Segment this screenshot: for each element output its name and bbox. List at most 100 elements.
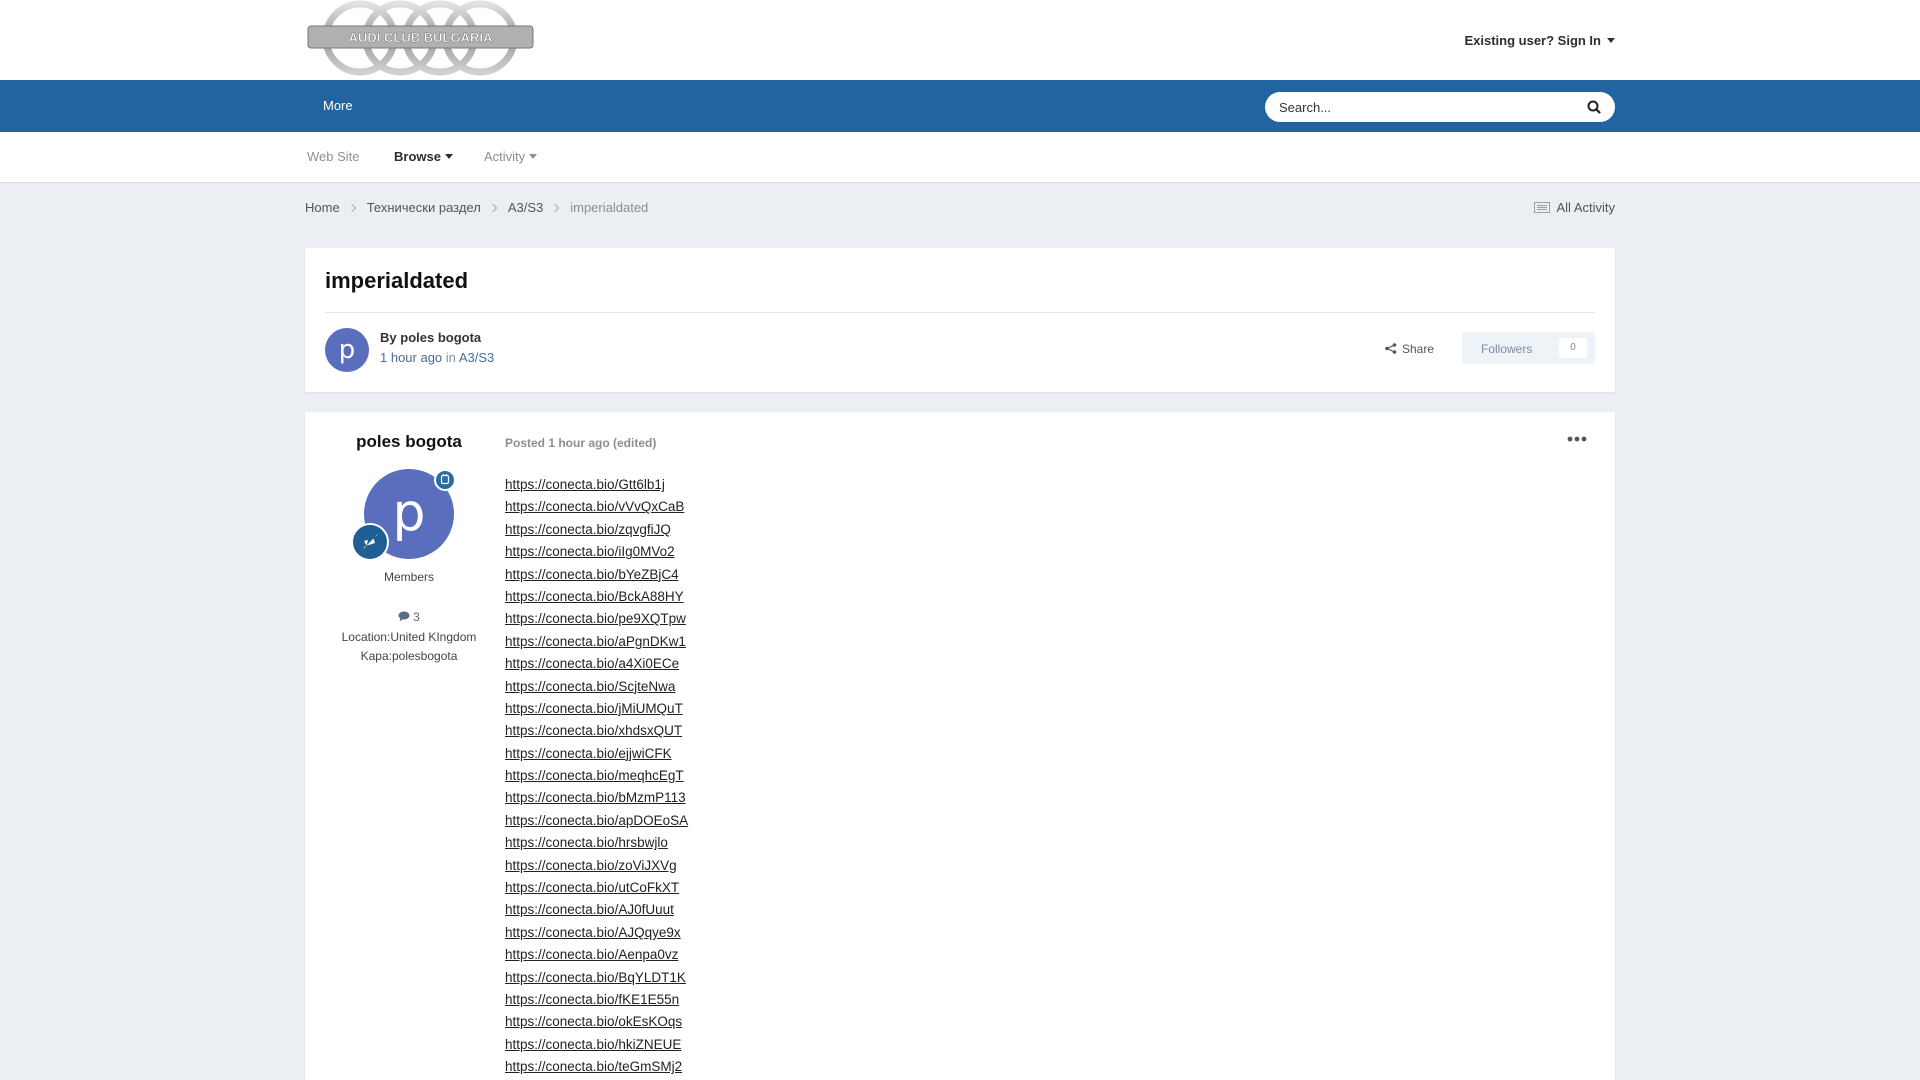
share-button[interactable]: Share bbox=[1385, 342, 1434, 356]
search-button[interactable] bbox=[1573, 92, 1615, 122]
in-word: in bbox=[445, 350, 456, 365]
ellipsis-icon[interactable] bbox=[1567, 433, 1587, 445]
list-item: https://conecta.bio/Aenpa0vz bbox=[505, 944, 688, 966]
post-link[interactable]: https://conecta.bio/BqYLDT1K bbox=[505, 970, 686, 985]
list-item: https://conecta.bio/vVvQxCaB bbox=[505, 496, 688, 518]
list-item: https://conecta.bio/ScjteNwa bbox=[505, 676, 688, 698]
comment-icon bbox=[398, 611, 410, 622]
secondary-nav: Web Site Browse Activity bbox=[0, 132, 1920, 183]
sign-in-link[interactable]: Existing user? Sign In bbox=[1464, 33, 1615, 48]
post-link[interactable]: https://conecta.bio/bYeZBjC4 bbox=[505, 567, 679, 582]
list-item: https://conecta.bio/jMiUMQuT bbox=[505, 698, 688, 720]
followers-count: 0 bbox=[1559, 338, 1587, 358]
post-link[interactable]: https://conecta.bio/BckA88HY bbox=[505, 589, 684, 604]
post-link[interactable]: https://conecta.bio/jMiUMQuT bbox=[505, 701, 683, 716]
list-item: https://conecta.bio/utCoFkXT bbox=[505, 877, 688, 899]
all-activity-link[interactable]: All Activity bbox=[1534, 200, 1615, 215]
search-icon bbox=[1587, 100, 1601, 114]
avatar[interactable]: p bbox=[325, 328, 369, 372]
topic-time: 1 hour ago bbox=[380, 350, 443, 365]
site-header: AUDI CLUB BULGARIA Existing user? Sign I… bbox=[0, 0, 1920, 80]
list-item: https://conecta.bio/apDOEoSA bbox=[505, 810, 688, 832]
post-link[interactable]: https://conecta.bio/xhdsxQUT bbox=[505, 723, 682, 738]
main-navbar: More bbox=[0, 80, 1920, 132]
list-item: https://conecta.bio/hkiZNEUE bbox=[505, 1034, 688, 1056]
online-icon bbox=[434, 469, 456, 491]
post-link[interactable]: https://conecta.bio/utCoFkXT bbox=[505, 880, 679, 895]
post-link[interactable]: https://conecta.bio/AJQqye9x bbox=[505, 925, 681, 940]
post-count[interactable]: 3 bbox=[305, 610, 513, 624]
post-link[interactable]: https://conecta.bio/a4Xi0ECe bbox=[505, 656, 679, 671]
search-box bbox=[1265, 92, 1615, 122]
list-item: https://conecta.bio/pe9XQTpw bbox=[505, 608, 688, 630]
post-link[interactable]: https://conecta.bio/hkiZNEUE bbox=[505, 1037, 681, 1052]
chevron-right-icon bbox=[550, 203, 560, 213]
list-item: https://conecta.bio/bYeZBjC4 bbox=[505, 564, 688, 586]
list-item: https://conecta.bio/xhdsxQUT bbox=[505, 720, 688, 742]
post-link[interactable]: https://conecta.bio/fKE1E55n bbox=[505, 992, 679, 1007]
author-location: Location:United KIngdom bbox=[341, 630, 477, 644]
post-author-name[interactable]: poles bogota bbox=[305, 432, 513, 452]
post-link[interactable]: https://conecta.bio/okEsKOqs bbox=[505, 1014, 682, 1029]
share-label: Share bbox=[1402, 342, 1435, 356]
followers-button[interactable]: Followers 0 bbox=[1462, 332, 1595, 364]
subnav-activity[interactable]: Activity bbox=[484, 149, 538, 164]
caret-down-icon bbox=[444, 154, 453, 159]
list-item: https://conecta.bio/iIg0MVo2 bbox=[505, 541, 688, 563]
list-item: https://conecta.bio/zqvgfiJQ bbox=[505, 519, 688, 541]
post-link[interactable]: https://conecta.bio/apDOEoSA bbox=[505, 813, 688, 828]
post-link[interactable]: https://conecta.bio/pe9XQTpw bbox=[505, 611, 686, 626]
post-link[interactable]: https://conecta.bio/aPgnDKw1 bbox=[505, 634, 686, 649]
sign-in-label: Existing user? Sign In bbox=[1464, 33, 1601, 48]
breadcrumb-home[interactable]: Home bbox=[305, 200, 340, 215]
list-item: https://conecta.bio/a4Xi0ECe bbox=[505, 653, 688, 675]
list-item: https://conecta.bio/okEsKOqs bbox=[505, 1011, 688, 1033]
subnav-label: Web Site bbox=[307, 149, 360, 164]
site-logo[interactable]: AUDI CLUB BULGARIA bbox=[305, 0, 536, 80]
list-item: https://conecta.bio/teGmSMj2 bbox=[505, 1056, 688, 1078]
post-link[interactable]: https://conecta.bio/zqvgfiJQ bbox=[505, 522, 671, 537]
author-link[interactable]: poles bogota bbox=[400, 330, 481, 345]
post-link[interactable]: https://conecta.bio/Aenpa0vz bbox=[505, 947, 678, 962]
member-group: Members bbox=[383, 570, 434, 584]
post-link[interactable]: https://conecta.bio/zoViJXVg bbox=[505, 858, 677, 873]
breadcrumb: Home Технически раздел A3/S3 imperialdated bbox=[305, 200, 648, 215]
post-link[interactable]: https://conecta.bio/AJ0fUuut bbox=[505, 902, 674, 917]
divider bbox=[325, 312, 1595, 313]
list-item: https://conecta.bio/meqhcEgT bbox=[505, 765, 688, 787]
author-kapa: Kapa:polesbogota bbox=[360, 649, 458, 663]
post-link[interactable]: https://conecta.bio/meqhcEgT bbox=[505, 768, 684, 783]
post-link[interactable]: https://conecta.bio/hrsbwjlo bbox=[505, 835, 668, 850]
logo-text: AUDI CLUB BULGARIA bbox=[349, 30, 493, 45]
breadcrumb-current: imperialdated bbox=[570, 200, 649, 215]
followers-label: Followers bbox=[1481, 342, 1533, 356]
post-link[interactable]: https://conecta.bio/iIg0MVo2 bbox=[505, 544, 675, 559]
subnav-browse[interactable]: Browse bbox=[394, 149, 453, 164]
post-link[interactable]: https://conecta.bio/vVvQxCaB bbox=[505, 499, 684, 514]
list-item: https://conecta.bio/Gtt6lb1j bbox=[505, 474, 688, 496]
author-line: By poles bogota bbox=[380, 330, 481, 345]
list-item: https://conecta.bio/aPgnDKw1 bbox=[505, 631, 688, 653]
list-item: https://conecta.bio/bMzmP113 bbox=[505, 787, 688, 809]
subnav-label: Browse bbox=[394, 149, 441, 164]
post-link[interactable]: https://conecta.bio/bMzmP113 bbox=[505, 790, 686, 805]
by-prefix: By bbox=[380, 330, 397, 345]
list-item: https://conecta.bio/fKE1E55n bbox=[505, 989, 688, 1011]
list-item: https://conecta.bio/BqYLDT1K bbox=[505, 967, 688, 989]
subnav-web-site[interactable]: Web Site bbox=[307, 149, 360, 164]
nav-more[interactable]: More bbox=[323, 98, 353, 113]
caret-down-icon bbox=[1607, 38, 1615, 43]
post-link[interactable]: https://conecta.bio/ejjwiCFK bbox=[505, 746, 672, 761]
search-input[interactable] bbox=[1279, 92, 1569, 122]
forum-link[interactable]: A3/S3 bbox=[459, 350, 494, 365]
rocket-icon bbox=[351, 523, 389, 561]
post-link[interactable]: https://conecta.bio/teGmSMj2 bbox=[505, 1059, 682, 1074]
post-link[interactable]: https://conecta.bio/ScjteNwa bbox=[505, 679, 675, 694]
list-item: https://conecta.bio/zoViJXVg bbox=[505, 855, 688, 877]
share-icon bbox=[1385, 343, 1397, 354]
breadcrumb-forum[interactable]: A3/S3 bbox=[508, 200, 543, 215]
topic-meta: 1 hour ago in A3/S3 bbox=[380, 350, 494, 365]
breadcrumb-technical[interactable]: Технически раздел bbox=[367, 200, 481, 215]
post-link[interactable]: https://conecta.bio/Gtt6lb1j bbox=[505, 477, 665, 492]
caret-down-icon bbox=[529, 154, 538, 159]
